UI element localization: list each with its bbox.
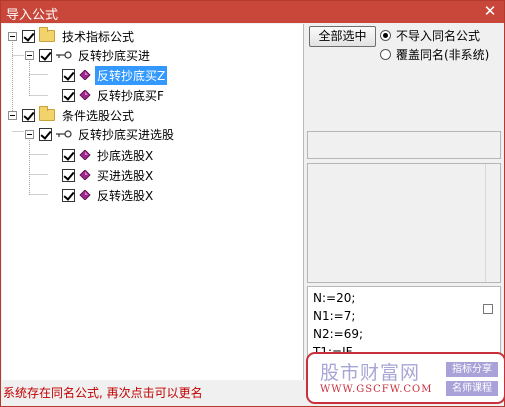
tree-node-label: 反转抄底买Z (95, 65, 168, 85)
window-title: 导入公式 (6, 8, 59, 23)
radio-label: 覆盖同名(非系统) (396, 48, 490, 62)
checkbox[interactable] (62, 68, 75, 82)
close-icon[interactable]: ✕ (482, 2, 498, 20)
checkbox[interactable] (39, 127, 52, 141)
checkbox[interactable] (62, 188, 75, 202)
tree-node-reversal-buy-f[interactable]: 反转抄底买F (62, 86, 166, 104)
radio-no-import-same-name[interactable]: 不导入同名公式 (380, 27, 480, 44)
formula-gem-icon (79, 150, 91, 160)
collapse-toggle-icon[interactable] (25, 50, 34, 60)
tree-node-reversal-screening-x[interactable]: 反转选股X (62, 186, 155, 204)
formula-gem-icon (79, 170, 91, 180)
title-bar: 导入公式 ✕ (1, 1, 504, 23)
tree-node-label: 反转选股X (97, 188, 154, 203)
tree-node-label: 条件选股公式 (62, 108, 135, 123)
select-all-button[interactable]: 全部选中 (309, 26, 376, 47)
tree-node-reversal-buy-z[interactable]: 反转抄底买Z (62, 65, 168, 85)
watermark-tag: 名师课程 (446, 381, 498, 396)
tree-node-reversal-buy-screening[interactable]: 反转抄底买进选股 (25, 125, 176, 143)
radio-button[interactable] (380, 30, 391, 41)
folder-icon (39, 27, 55, 42)
options-panel: 全部选中 不导入同名公式 覆盖同名(非系统) N:=20; N1:=7; N2:… (305, 24, 504, 380)
code-line: N:=20; (313, 291, 356, 305)
formula-description-panel (307, 163, 501, 283)
tree-node-label: 反转抄底买进 (78, 48, 151, 63)
tree-node-label: 反转抄底买F (97, 88, 164, 103)
checkbox[interactable] (62, 148, 75, 162)
formula-gem-icon (79, 90, 91, 100)
collapse-toggle-icon[interactable] (8, 110, 17, 120)
checkbox[interactable] (62, 88, 75, 102)
formula-name-panel (307, 131, 501, 159)
tree-node-buy-screening-x[interactable]: 买进选股X (62, 166, 155, 184)
checkbox[interactable] (39, 48, 52, 62)
formula-gem-icon (79, 190, 91, 200)
tree-node-reversal-buy[interactable]: 反转抄底买进 (25, 46, 152, 64)
tree-node-label: 买进选股X (97, 168, 154, 183)
code-line: N1:=7; (313, 309, 356, 323)
formula-tree: 技术指标公式 反转抄底买进 反转抄底买Z 反转抄底买F 条件选股公式 反转抄底买… (2, 24, 304, 380)
tree-node-stock-screening[interactable]: 条件选股公式 (8, 106, 136, 124)
radio-overwrite-same-name[interactable]: 覆盖同名(非系统) (380, 46, 489, 63)
folder-icon (39, 106, 55, 121)
vertical-scrollbar[interactable] (485, 164, 500, 282)
checkbox[interactable] (22, 108, 35, 122)
watermark-tag: 指标分享 (446, 362, 498, 377)
radio-label: 不导入同名公式 (396, 29, 481, 43)
tree-node-label: 反转抄底买进选股 (78, 127, 175, 142)
radio-button[interactable] (380, 49, 391, 60)
import-formula-dialog: 导入公式 ✕ 技术指标公式 反转抄底买进 反转抄底买Z 反转抄底买F 条件选股公… (0, 0, 505, 407)
scroll-box-icon[interactable] (483, 304, 493, 314)
watermark-logo: 股市财富网 WWW.GSCFW.COM 指标分享 名师课程 (306, 352, 505, 404)
collapse-toggle-icon[interactable] (25, 129, 34, 139)
key-icon (56, 51, 72, 59)
tree-node-label: 技术指标公式 (62, 29, 135, 44)
status-message: 系统存在同名公式, 再次点击可以更名 (3, 386, 203, 400)
watermark-brand: 股市财富网 (320, 362, 421, 384)
formula-gem-icon (79, 70, 91, 80)
tree-node-label: 抄底选股X (97, 148, 154, 163)
watermark-url: WWW.GSCFW.COM (320, 384, 433, 395)
collapse-toggle-icon[interactable] (8, 31, 17, 41)
checkbox[interactable] (22, 29, 35, 43)
code-line: N2:=69; (313, 327, 364, 341)
key-icon (56, 130, 72, 138)
tree-node-bottom-screening-x[interactable]: 抄底选股X (62, 146, 155, 164)
tree-node-tech-indicator[interactable]: 技术指标公式 (8, 27, 136, 45)
checkbox[interactable] (62, 168, 75, 182)
